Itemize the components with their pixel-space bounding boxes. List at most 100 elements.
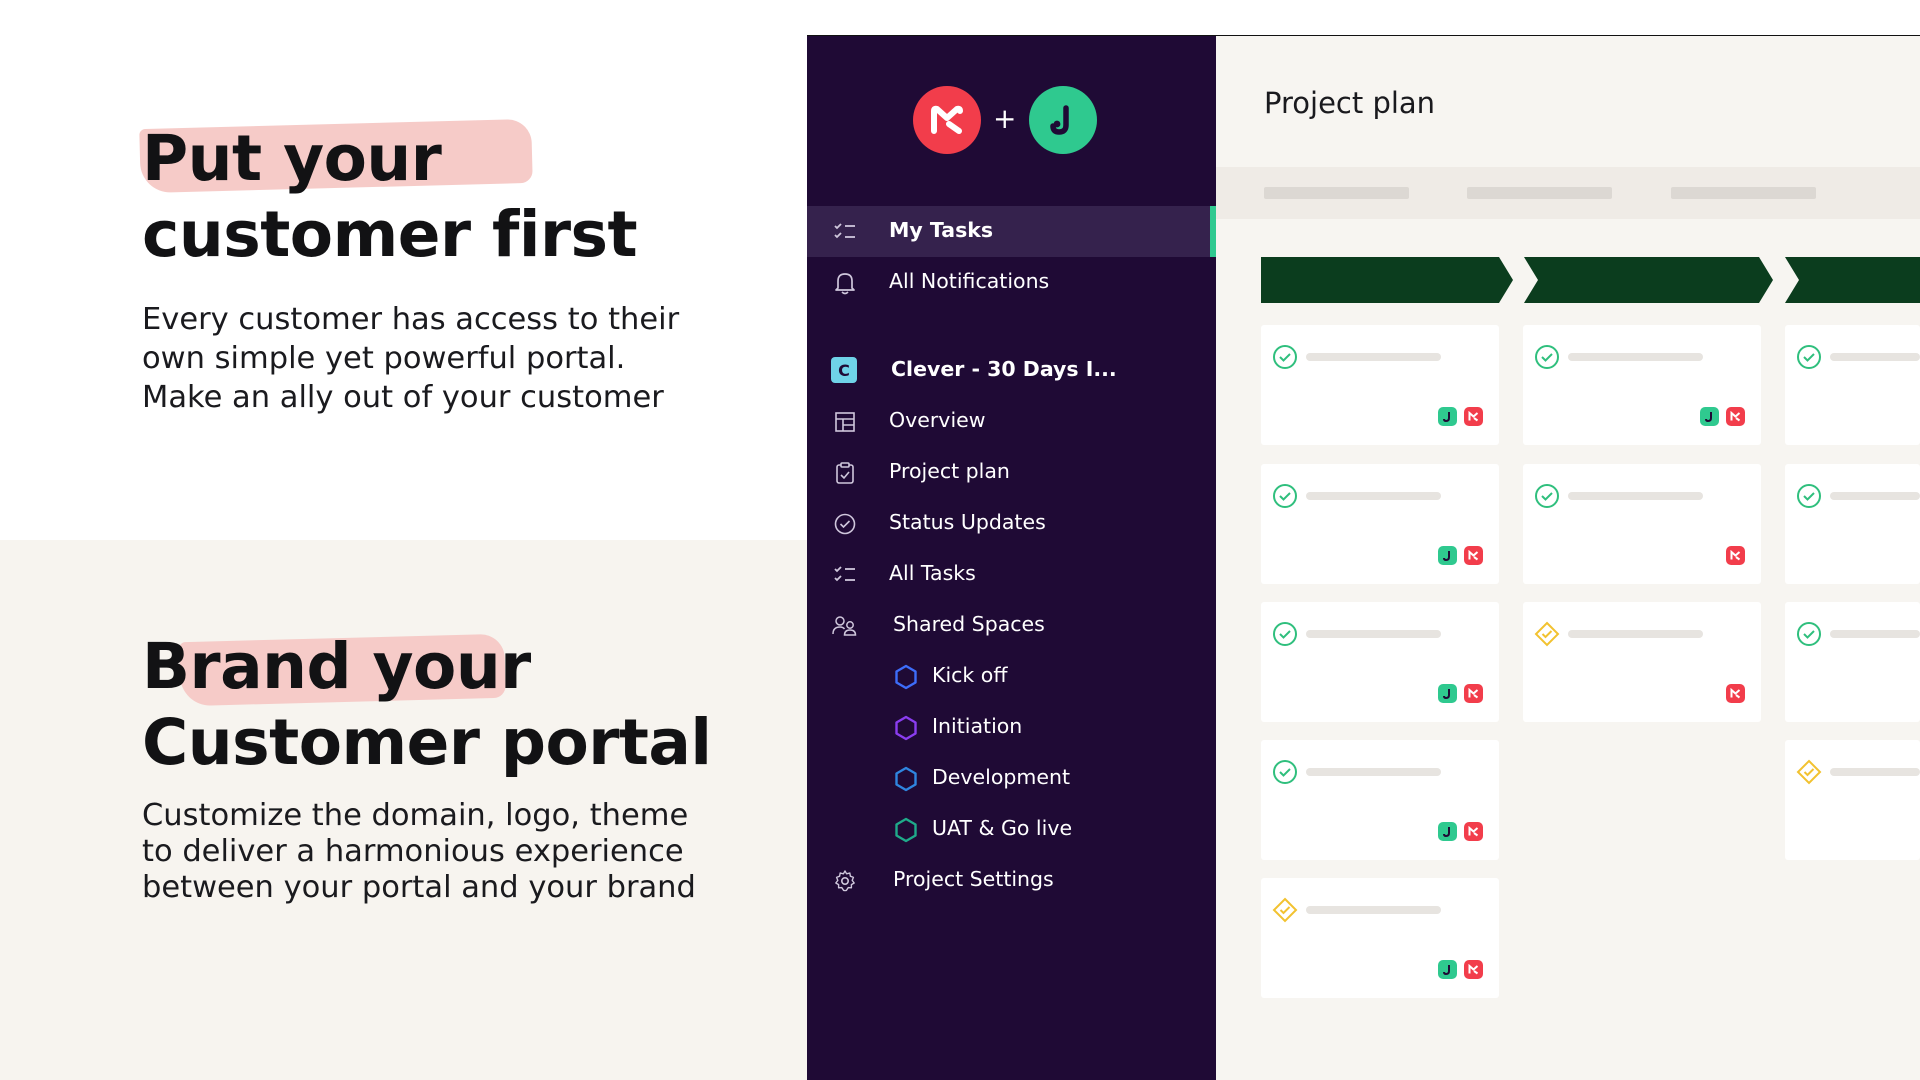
nav-label: Status Updates [889, 510, 1046, 534]
task-card[interactable] [1785, 325, 1920, 445]
headline-2-line-1: Brand your [142, 630, 531, 703]
assignee-avatar-icon [1438, 822, 1457, 841]
task-title-placeholder [1568, 630, 1703, 638]
assignee-avatar-icon [1726, 407, 1745, 426]
phase-arrow [1785, 257, 1920, 303]
nav-label: Project plan [889, 459, 1010, 483]
assignee-avatar-icon [1464, 960, 1483, 979]
task-card[interactable] [1261, 325, 1499, 445]
body-1-line-3: Make an ally out of your customer [142, 380, 664, 415]
done-check-icon [1535, 484, 1559, 508]
task-card[interactable] [1261, 464, 1499, 584]
task-title-placeholder [1568, 353, 1703, 361]
tab-placeholder[interactable] [1467, 187, 1612, 199]
done-check-icon [1797, 484, 1821, 508]
phase-arrow [1524, 257, 1773, 303]
phase-arrow [1261, 257, 1513, 303]
body-2-line-1: Customize the domain, logo, theme [142, 798, 689, 833]
body-1-line-1: Every customer has access to their [142, 302, 680, 337]
body-2-line-3: between your portal and your brand [142, 870, 696, 905]
task-card[interactable] [1785, 464, 1920, 584]
task-card[interactable] [1261, 602, 1499, 722]
project-header[interactable]: C Clever - 30 Days I... [807, 345, 1216, 396]
page-title: Project plan [1264, 86, 1436, 120]
assignee-avatar-icon [1726, 684, 1745, 703]
logo-plus: + [993, 102, 1017, 135]
task-title-placeholder [1306, 906, 1441, 914]
checklist-icon [832, 219, 858, 245]
nav-project-plan[interactable]: Project plan [807, 447, 1216, 498]
nav-overview[interactable]: Overview [807, 396, 1216, 447]
marketing-section-bottom: Brand your Customer portal Customize the… [0, 540, 807, 1080]
hexagon-icon [893, 664, 919, 694]
headline-1-line-2: customer first [142, 198, 638, 271]
headline-2: Brand your Customer portal [142, 629, 712, 781]
nav-status-updates[interactable]: Status Updates [807, 498, 1216, 549]
space-label: Development [932, 765, 1071, 789]
checklist-icon [832, 562, 858, 588]
assignee-avatar-icon [1464, 822, 1483, 841]
done-check-icon [1535, 345, 1559, 369]
task-title-placeholder [1830, 353, 1920, 361]
main-content: Project plan [1216, 36, 1920, 1080]
body-2-line-2: to deliver a harmonious experience [142, 834, 684, 869]
nav-label: Project Settings [893, 867, 1054, 891]
assignee-avatar-icon [1438, 546, 1457, 565]
task-title-placeholder [1306, 492, 1441, 500]
task-card[interactable] [1261, 740, 1499, 860]
tab-placeholder[interactable] [1264, 187, 1409, 199]
headline-1: Put your customer first [142, 121, 638, 273]
space-uat-go-live[interactable]: UAT & Go live [807, 804, 1216, 855]
partner-logo[interactable] [1029, 86, 1097, 154]
body-text-1: Every customer has access to their own s… [142, 300, 679, 417]
space-label: Kick off [932, 663, 1008, 687]
space-label: Initiation [932, 714, 1023, 738]
bell-icon [832, 270, 858, 296]
pending-diamond-icon [1796, 759, 1822, 785]
sidebar: + My Tasks All Notifications C Clever - … [807, 36, 1216, 1080]
body-text-2: Customize the domain, logo, theme to del… [142, 798, 696, 906]
done-check-icon [1273, 345, 1297, 369]
nav-label: My Tasks [889, 218, 994, 242]
task-card[interactable] [1785, 602, 1920, 722]
check-circle-icon [832, 511, 858, 537]
assignee-avatar-icon [1700, 407, 1719, 426]
task-title-placeholder [1830, 768, 1920, 776]
hexagon-icon [893, 715, 919, 745]
j-logo-icon [1050, 105, 1069, 135]
nav-project-settings[interactable]: Project Settings [807, 855, 1216, 906]
task-title-placeholder [1306, 768, 1441, 776]
nav-shared-spaces[interactable]: Shared Spaces [807, 600, 1216, 651]
tab-placeholder[interactable] [1671, 187, 1816, 199]
nav-all-notifications[interactable]: All Notifications [807, 257, 1216, 308]
gear-icon [832, 868, 858, 894]
assignee-avatar-icon [1464, 407, 1483, 426]
task-title-placeholder [1830, 630, 1920, 638]
nav-my-tasks[interactable]: My Tasks [807, 206, 1216, 257]
headline-1-line-1: Put your [142, 122, 442, 195]
nav-label: All Tasks [889, 561, 976, 585]
done-check-icon [1273, 484, 1297, 508]
task-card[interactable] [1523, 325, 1761, 445]
dashboard-icon [832, 409, 858, 435]
brand-logo[interactable] [913, 86, 981, 154]
nav-label: Overview [889, 408, 986, 432]
space-kick-off[interactable]: Kick off [807, 651, 1216, 702]
project-name: Clever - 30 Days I... [891, 357, 1117, 381]
assignee-avatar-icon [1438, 684, 1457, 703]
task-title-placeholder [1830, 492, 1920, 500]
task-card[interactable] [1523, 464, 1761, 584]
task-card[interactable] [1261, 878, 1499, 998]
space-label: UAT & Go live [932, 816, 1073, 840]
task-title-placeholder [1568, 492, 1703, 500]
assignee-avatar-icon [1438, 960, 1457, 979]
task-card[interactable] [1785, 740, 1920, 860]
body-1-line-2: own simple yet powerful portal. [142, 341, 626, 376]
assignee-avatar-icon [1464, 546, 1483, 565]
nav-all-tasks[interactable]: All Tasks [807, 549, 1216, 600]
space-development[interactable]: Development [807, 753, 1216, 804]
pending-diamond-icon [1272, 897, 1298, 923]
done-check-icon [1273, 622, 1297, 646]
space-initiation[interactable]: Initiation [807, 702, 1216, 753]
task-card[interactable] [1523, 602, 1761, 722]
